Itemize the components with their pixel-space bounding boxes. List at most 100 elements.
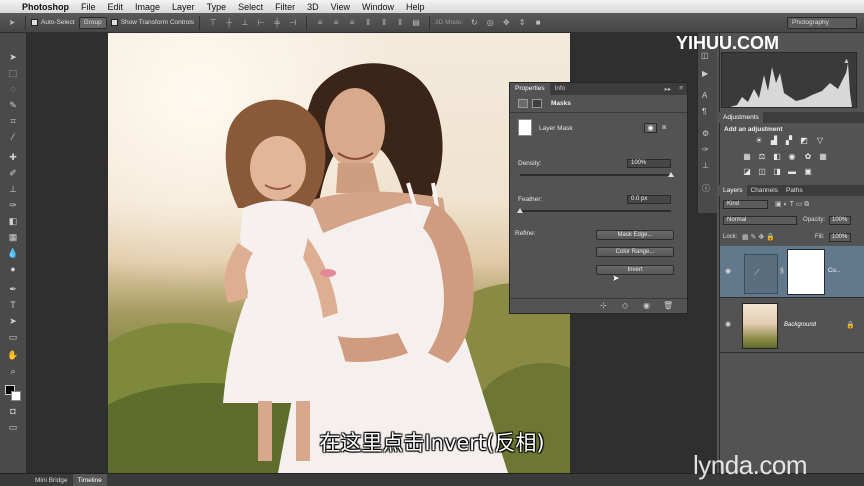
menu-help[interactable]: Help (406, 2, 425, 12)
vibrance-icon[interactable]: ▽ (815, 136, 825, 145)
menu-select[interactable]: Select (238, 2, 263, 12)
document-canvas[interactable] (108, 33, 570, 473)
show-transform-checkbox[interactable] (110, 19, 118, 26)
feather-field[interactable]: 0.0 px (627, 195, 671, 204)
lasso-tool-icon[interactable]: ◌ (5, 83, 21, 95)
align-middle-icon[interactable]: ┼ (224, 18, 234, 28)
auto-align-icon[interactable]: ▤ (411, 18, 421, 28)
lock-icons[interactable]: ▦ ✎ ✥ 🔒 (742, 233, 775, 241)
healing-brush-tool-icon[interactable]: ✚ (5, 151, 21, 163)
apply-mask-icon[interactable]: ◇ (622, 301, 628, 310)
exposure-icon[interactable]: ◩ (799, 136, 809, 145)
menu-file[interactable]: File (81, 2, 96, 12)
black-white-icon[interactable]: ◧ (772, 152, 782, 161)
marquee-tool-icon[interactable]: ⬚ (5, 67, 21, 79)
filter-pixel-icon[interactable]: ▣ ◐ T ▭ ⧉ (775, 200, 809, 209)
hand-tool-icon[interactable]: ✋ (5, 349, 21, 361)
actions-panel-icon[interactable]: ▶ (702, 69, 708, 78)
tab-info[interactable]: Info (550, 83, 571, 95)
workspace-switcher[interactable]: Photography (787, 16, 857, 29)
3d-rotate-icon[interactable]: ↻ (469, 18, 479, 28)
density-field[interactable]: 100% (627, 159, 671, 168)
hue-saturation-icon[interactable]: ▦ (742, 152, 752, 161)
eraser-tool-icon[interactable]: ◧ (5, 215, 21, 227)
selective-color-icon[interactable]: ▣ (803, 167, 813, 176)
move-tool-icon[interactable]: ➤ (5, 51, 21, 63)
layer-mask-thumbnail[interactable] (787, 249, 825, 295)
3d-scale-icon[interactable]: ■ (533, 18, 543, 28)
fill-field[interactable]: 100% (829, 233, 851, 242)
distribute-left-icon[interactable]: ⫴ (363, 18, 373, 28)
feather-slider-thumb[interactable] (517, 208, 523, 213)
levels-icon[interactable]: ▟ (769, 136, 779, 145)
crop-tool-icon[interactable]: ⌗ (5, 115, 21, 127)
clone-stamp-tool-icon[interactable]: ⊥ (5, 183, 21, 195)
color-lookup-icon[interactable]: ▦ (818, 152, 828, 161)
distribute-middle-icon[interactable]: ≡ (331, 18, 341, 28)
posterize-icon[interactable]: ◫ (757, 167, 767, 176)
curves-icon[interactable]: ▞ (784, 136, 794, 145)
load-selection-icon[interactable]: ⊹ (600, 301, 607, 310)
history-brush-tool-icon[interactable]: ✑ (5, 199, 21, 211)
tab-timeline[interactable]: Timeline (72, 474, 107, 486)
feather-slider-track[interactable] (520, 210, 671, 212)
channel-mixer-icon[interactable]: ✿ (803, 152, 813, 161)
type-tool-icon[interactable]: T (5, 299, 21, 311)
add-vector-mask-icon[interactable]: ⧈ (662, 123, 674, 133)
density-slider-track[interactable] (520, 174, 671, 176)
tab-adjustments[interactable]: Adjustments (719, 112, 763, 123)
align-top-icon[interactable]: ⊤ (208, 18, 218, 28)
opacity-field[interactable]: 100% (829, 216, 851, 225)
select-pixel-mask-icon[interactable]: ◉ (644, 123, 657, 133)
menu-edit[interactable]: Edit (108, 2, 124, 12)
kind-filter-dropdown[interactable]: Kind (723, 200, 768, 209)
3d-slide-icon[interactable]: ⇕ (517, 18, 527, 28)
clone-source-icon[interactable]: ⊥ (702, 161, 709, 170)
menu-window[interactable]: Window (362, 2, 394, 12)
app-menu[interactable]: Photoshop (22, 2, 69, 12)
delete-mask-icon[interactable]: 🗑 (663, 301, 673, 310)
gradient-tool-icon[interactable]: ▦ (5, 231, 21, 243)
distribute-top-icon[interactable]: ≡ (315, 18, 325, 28)
color-range-button[interactable]: Color Range... (596, 247, 674, 257)
layer-row-background[interactable]: ◉ Background 🔒 (720, 299, 864, 353)
visibility-eye-icon[interactable]: ◉ (725, 267, 731, 275)
brightness-contrast-icon[interactable]: ☀ (754, 136, 764, 145)
align-left-icon[interactable]: ⊢ (256, 18, 266, 28)
align-bottom-icon[interactable]: ⊥ (240, 18, 250, 28)
brush-tool-icon[interactable]: ✐ (5, 167, 21, 179)
background-color-swatch[interactable] (11, 391, 21, 401)
mask-link-icon[interactable]: § (780, 268, 784, 275)
blur-tool-icon[interactable]: 💧 (5, 247, 21, 259)
menu-type[interactable]: Type (207, 2, 227, 12)
threshold-icon[interactable]: ◨ (772, 167, 782, 176)
tab-channels[interactable]: Channels (747, 187, 782, 194)
blend-mode-dropdown[interactable]: Normal (723, 216, 797, 225)
color-balance-icon[interactable]: ⚖ (757, 152, 767, 161)
dodge-tool-icon[interactable]: ● (5, 263, 21, 275)
layer-row-curves[interactable]: ◉ ⟋ § Cu... (720, 246, 864, 298)
toggle-mask-icon[interactable]: ◉ (643, 301, 650, 310)
tab-paths[interactable]: Paths (782, 187, 807, 194)
distribute-right-icon[interactable]: ⫴ (395, 18, 405, 28)
menu-filter[interactable]: Filter (275, 2, 295, 12)
density-slider-thumb[interactable] (668, 172, 674, 177)
panel-menu-icon[interactable]: ≡ (675, 83, 687, 95)
paragraph-panel-icon[interactable]: ¶ (702, 107, 706, 116)
mask-edge-button[interactable]: Mask Edge... (596, 230, 674, 240)
panel-collapse-icon[interactable]: ▸▸ (661, 83, 676, 95)
distribute-bottom-icon[interactable]: ≡ (347, 18, 357, 28)
align-right-icon[interactable]: ⊣ (288, 18, 298, 28)
menu-view[interactable]: View (331, 2, 350, 12)
menu-3d[interactable]: 3D (307, 2, 319, 12)
quick-mask-icon[interactable]: ◘ (5, 405, 21, 417)
distribute-center-icon[interactable]: ⫴ (379, 18, 389, 28)
auto-select-checkbox[interactable] (31, 19, 38, 26)
3d-roll-icon[interactable]: ◎ (485, 18, 495, 28)
layer-name[interactable]: Cu... (828, 268, 841, 274)
move-tool-icon[interactable]: ➤ (7, 18, 17, 28)
gradient-map-icon[interactable]: ▬ (787, 167, 797, 176)
eyedropper-tool-icon[interactable]: ⁄ (5, 131, 21, 143)
photo-filter-icon[interactable]: ◉ (787, 152, 797, 161)
character-panel-icon[interactable]: A (702, 91, 707, 100)
